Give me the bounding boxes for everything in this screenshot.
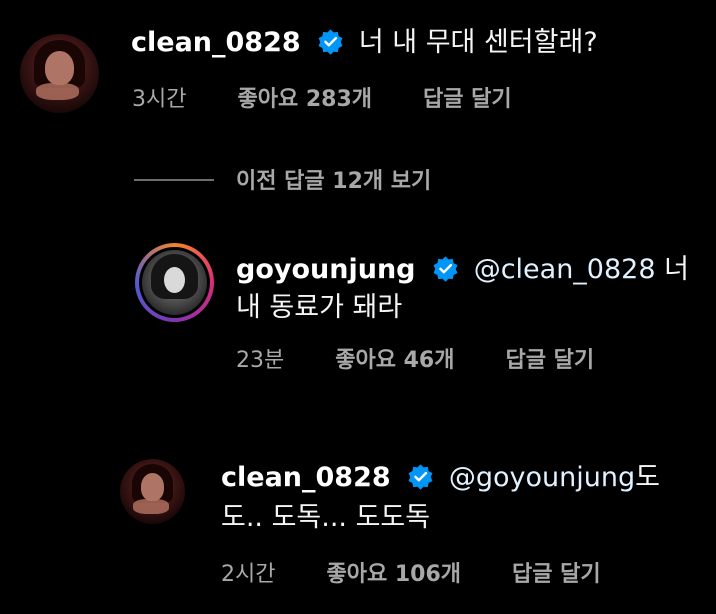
view-previous-replies-button[interactable]: 이전 답글 12개 보기	[134, 168, 431, 196]
comment-3-line-2: 도.. 도독... 도도독	[221, 502, 431, 533]
avatar-face	[45, 51, 74, 85]
comment-2-line-2: 내 동료가 돼라	[236, 292, 403, 323]
username[interactable]: clean_0828	[131, 27, 301, 58]
reply-button[interactable]: 답글 달기	[423, 87, 512, 112]
comment-1-meta: 3시간 좋아요 283개 답글 달기	[132, 86, 556, 114]
reply-button[interactable]: 답글 달기	[512, 562, 601, 587]
timestamp: 23분	[236, 348, 285, 373]
comment-text: 너 내 무대 센터할래?	[358, 27, 598, 58]
likes-count[interactable]: 좋아요 106개	[326, 562, 461, 587]
comment-2-meta: 23분 좋아요 46개 답글 달기	[236, 347, 638, 375]
timestamp: 3시간	[132, 87, 187, 112]
username[interactable]: clean_0828	[221, 462, 391, 493]
likes-count[interactable]: 좋아요 283개	[237, 87, 372, 112]
username[interactable]: goyounjung	[236, 254, 416, 285]
mention-link[interactable]: @clean_0828	[474, 254, 656, 285]
avatar-hand	[35, 82, 80, 101]
comment-text-tail: 너	[655, 254, 689, 285]
avatar-clean-0828[interactable]	[120, 459, 185, 524]
reply-button[interactable]: 답글 달기	[505, 348, 594, 373]
comment-3-line-1: clean_0828 @goyounjung도	[221, 461, 660, 495]
divider-line	[134, 179, 214, 181]
comment-2-line-1: goyounjung @clean_0828 너	[236, 253, 689, 287]
comment-3-meta: 2시간 좋아요 106개 답글 달기	[221, 561, 645, 589]
avatar-goyounjung	[142, 250, 207, 315]
avatar-clean-0828[interactable]	[20, 34, 99, 113]
comment-1-body: clean_0828 너 내 무대 센터할래?	[131, 26, 598, 60]
avatar-story-ring[interactable]	[135, 243, 214, 322]
verified-badge-icon	[318, 29, 343, 55]
verified-badge-icon	[433, 256, 458, 282]
mention-link[interactable]: @goyounjung	[449, 462, 635, 493]
avatar-face	[140, 473, 165, 501]
view-replies-label: 이전 답글 12개 보기	[236, 169, 432, 194]
comment-text-tail: 도	[635, 462, 660, 493]
timestamp: 2시간	[221, 562, 276, 587]
likes-count[interactable]: 좋아요 46개	[335, 348, 454, 373]
avatar-hand	[133, 499, 169, 514]
avatar-face	[164, 266, 185, 293]
verified-badge-icon	[408, 464, 433, 490]
